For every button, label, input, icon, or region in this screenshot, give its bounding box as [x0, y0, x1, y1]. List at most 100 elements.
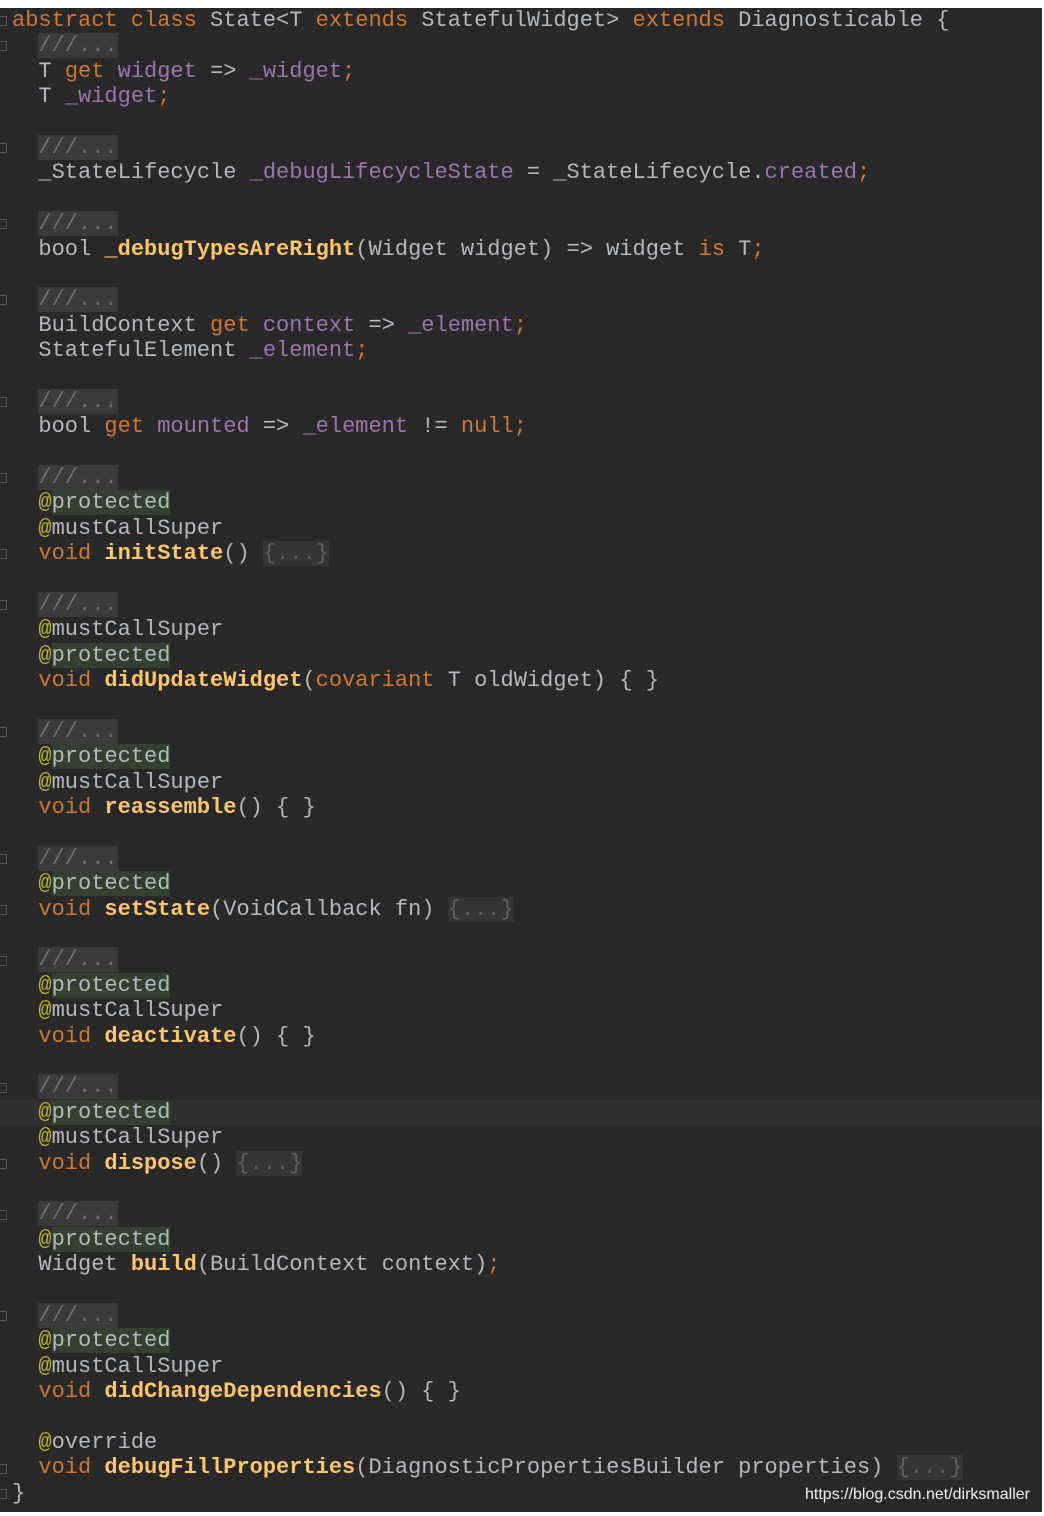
code-line[interactable] [12, 186, 1042, 211]
fold-toggle-icon[interactable] [0, 955, 7, 966]
collapsed-comment[interactable]: ///... [38, 845, 118, 871]
code-line[interactable]: Widget build(BuildContext context); [12, 1252, 1042, 1277]
code-editor[interactable]: abstract class State<T extends StatefulW… [0, 8, 1042, 1512]
fold-toggle-icon[interactable] [0, 397, 7, 407]
fold-toggle-icon[interactable] [0, 41, 7, 52]
code-line[interactable] [12, 1176, 1042, 1201]
collapsed-comment[interactable]: ///... [38, 1302, 118, 1328]
code-line[interactable]: BuildContext get context => _element; [12, 313, 1042, 338]
fold-toggle-icon[interactable] [0, 600, 7, 611]
code-line[interactable] [12, 440, 1042, 465]
fold-toggle-icon[interactable] [0, 473, 7, 484]
collapsed-body[interactable]: {...} [447, 896, 514, 922]
code-line[interactable]: ///... [12, 465, 1042, 491]
code-line[interactable] [12, 1049, 1042, 1074]
code-line[interactable]: void didUpdateWidget(covariant T oldWidg… [12, 668, 1042, 693]
code-line[interactable]: T _widget; [12, 84, 1042, 109]
code-line[interactable]: void deactivate() { } [12, 1024, 1042, 1049]
code-line[interactable]: @protected [12, 1328, 1042, 1354]
fold-toggle-icon[interactable] [0, 727, 7, 738]
code-line[interactable]: void initState() {...} [12, 541, 1042, 567]
fold-toggle-icon[interactable] [0, 295, 7, 306]
code-line[interactable] [12, 922, 1042, 947]
collapsed-comment[interactable]: ///... [38, 591, 118, 617]
fold-toggle-icon[interactable] [0, 143, 7, 153]
collapsed-body[interactable]: {...} [896, 1455, 963, 1481]
code-line[interactable] [12, 821, 1042, 846]
code-text: BuildContext [12, 312, 211, 338]
collapsed-comment[interactable]: ///... [38, 947, 118, 973]
code-line[interactable] [12, 1404, 1042, 1429]
code-line[interactable]: @mustCallSuper [12, 617, 1042, 642]
code-line[interactable]: ///... [12, 287, 1042, 313]
fold-toggle-icon[interactable] [0, 854, 7, 865]
code-line[interactable]: ///... [12, 947, 1042, 973]
code-line[interactable]: ///... [12, 591, 1042, 617]
collapsed-comment[interactable]: ///... [38, 134, 118, 160]
code-line[interactable] [12, 262, 1042, 287]
code-line[interactable]: ///... [12, 1302, 1042, 1328]
code-line[interactable]: @mustCallSuper [12, 1354, 1042, 1379]
fold-toggle-icon[interactable] [0, 1209, 7, 1220]
code-line[interactable]: @mustCallSuper [12, 998, 1042, 1023]
code-line[interactable] [12, 363, 1042, 388]
code-line[interactable]: ///... [12, 1074, 1042, 1100]
code-line[interactable]: StatefulElement _element; [12, 338, 1042, 363]
fold-toggle-icon[interactable] [0, 1489, 7, 1500]
code-line[interactable]: void setState(VoidCallback fn) {...} [12, 896, 1042, 922]
fold-toggle-icon[interactable] [0, 1311, 7, 1322]
code-line[interactable]: @mustCallSuper [12, 516, 1042, 541]
collapsed-body[interactable]: {...} [262, 541, 329, 567]
code-line[interactable]: @protected [12, 744, 1042, 770]
fold-toggle-icon[interactable] [0, 1463, 7, 1474]
collapsed-comment[interactable]: ///... [38, 1201, 118, 1227]
code-line[interactable]: ///... [12, 1201, 1042, 1227]
code-line[interactable]: ///... [12, 33, 1042, 59]
code-line[interactable]: @mustCallSuper [12, 770, 1042, 795]
fold-toggle-icon[interactable] [0, 905, 7, 915]
code-line[interactable]: void didChangeDependencies() { } [12, 1379, 1042, 1404]
code-line[interactable]: @mustCallSuper [12, 1125, 1042, 1150]
code-line[interactable]: ///... [12, 718, 1042, 744]
fold-toggle-icon[interactable] [0, 549, 7, 560]
code-line[interactable]: ///... [12, 845, 1042, 871]
code-line[interactable]: @protected [12, 490, 1042, 516]
collapsed-comment[interactable]: ///... [38, 718, 118, 744]
fold-toggle-icon[interactable] [0, 219, 7, 230]
code-line[interactable]: @protected [12, 1226, 1042, 1252]
code-line[interactable]: T get widget => _widget; [12, 59, 1042, 84]
code-line[interactable]: @protected [12, 871, 1042, 897]
code-line[interactable]: bool _debugTypesAreRight(Widget widget) … [12, 237, 1042, 262]
code-line[interactable]: @protected [12, 642, 1042, 668]
code-line[interactable] [12, 567, 1042, 592]
collapsed-comment[interactable]: ///... [38, 287, 118, 313]
code-line[interactable]: ///... [12, 211, 1042, 237]
code-line[interactable]: @protected [12, 972, 1042, 998]
code-line[interactable]: @override [12, 1430, 1042, 1455]
code-text: != [408, 414, 461, 440]
code-line[interactable]: _StateLifecycle _debugLifecycleState = _… [12, 160, 1042, 185]
code-line[interactable]: ///... [12, 388, 1042, 414]
code-area[interactable]: abstract class State<T extends StatefulW… [0, 8, 1042, 1506]
collapsed-comment[interactable]: ///... [38, 465, 118, 491]
fold-toggle-icon[interactable] [0, 1082, 7, 1093]
code-line[interactable] [12, 694, 1042, 719]
code-line[interactable] [12, 110, 1042, 135]
code-line[interactable]: abstract class State<T extends StatefulW… [12, 8, 1042, 33]
collapsed-comment[interactable]: ///... [38, 211, 118, 237]
code-line[interactable]: bool get mounted => _element != null; [12, 414, 1042, 439]
collapsed-comment[interactable]: ///... [38, 33, 118, 59]
fold-toggle-icon[interactable] [0, 16, 7, 26]
code-line[interactable]: @protected [0, 1099, 1042, 1126]
annotation-name: protected [51, 972, 171, 998]
fold-toggle-icon[interactable] [0, 1159, 7, 1169]
collapsed-body[interactable]: {...} [236, 1150, 303, 1176]
code-line[interactable]: ///... [12, 134, 1042, 160]
code-line[interactable]: void dispose() {...} [12, 1150, 1042, 1176]
code-line[interactable]: void debugFillProperties(DiagnosticPrope… [12, 1455, 1042, 1481]
collapsed-comment[interactable]: ///... [38, 388, 118, 414]
code-line[interactable]: void reassemble() { } [12, 795, 1042, 820]
code-line[interactable] [12, 1278, 1042, 1303]
collapsed-comment[interactable]: ///... [38, 1074, 118, 1100]
